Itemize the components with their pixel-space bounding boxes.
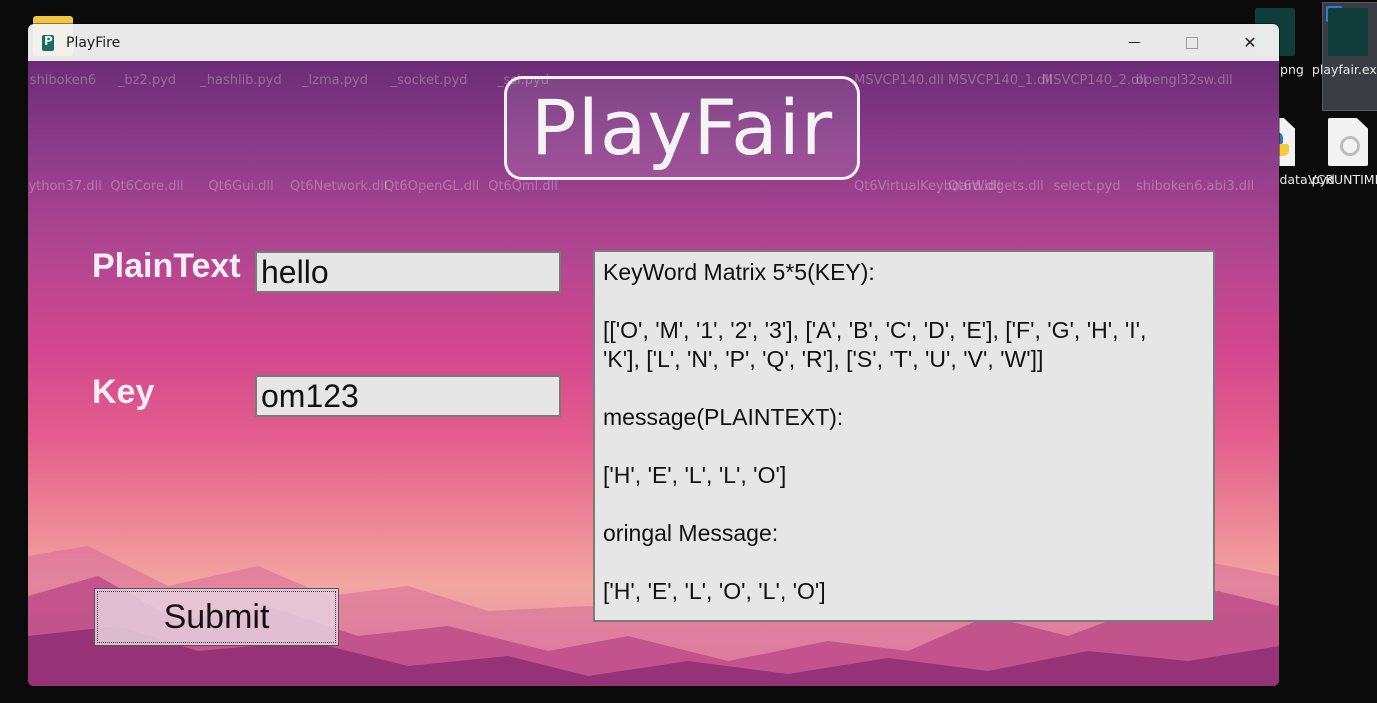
playfair-logo: PlayFair (504, 76, 860, 180)
message-heading: message(PLAINTEXT): (603, 404, 844, 430)
plaintext-label: PlainText (92, 247, 241, 285)
desktop-icon-label: VCRUNTIME140.dll (1308, 172, 1377, 187)
ghost-label: Qt6Gui.dll (208, 179, 274, 194)
ghost-label: MSVCP140_1.dll (948, 73, 1053, 88)
close-button[interactable]: ✕ (1221, 24, 1279, 61)
ghost-label: MSVCP140_2.dll (1042, 73, 1147, 88)
ghost-label: _lzma.pyd (302, 73, 368, 88)
key-label: Key (92, 373, 155, 411)
ghost-label: select.pyd (1053, 179, 1121, 194)
ghost-label: Qt6OpenGL.dll (384, 179, 480, 194)
ghost-label: Qt6Qml.dll (488, 179, 558, 194)
ghost-label: _socket.pyd (390, 73, 468, 88)
maximize-button[interactable] (1163, 24, 1221, 61)
ghost-label: MSVCP140.dll (854, 73, 944, 88)
playfire-window: PlayFire ✕ shiboken6 _bz2.pyd _hashlib.p… (28, 24, 1279, 686)
message-value: ['H', 'E', 'L', 'L', 'O'] (603, 462, 787, 488)
minimize-icon (1128, 42, 1140, 43)
window-title: PlayFire (66, 34, 121, 51)
ghost-label: _hashlib.pyd (200, 73, 282, 88)
ghost-label: Qt6Network.dll (290, 179, 388, 194)
ghost-label: _bz2.pyd (117, 73, 177, 88)
dll-icon (1328, 118, 1368, 166)
app-icon (40, 34, 56, 52)
desktop-icon-playfair-exe[interactable]: playfair.exe (1308, 8, 1377, 80)
matrix-heading: KeyWord Matrix 5*5(KEY): (603, 259, 875, 285)
ghost-label: shiboken6.abi3.dll (1136, 179, 1255, 194)
title-bar[interactable]: PlayFire ✕ (28, 24, 1279, 61)
ghost-label: Qt6Widgets.dll (948, 179, 1044, 194)
exe-icon (1328, 8, 1368, 56)
original-value: ['H', 'E', 'L', 'O', 'L', 'O'] (603, 578, 826, 604)
app-client-area: shiboken6 _bz2.pyd _hashlib.pyd _lzma.py… (28, 61, 1279, 686)
ghost-label: opengl32sw.dll (1136, 73, 1233, 88)
plaintext-input[interactable] (255, 251, 561, 293)
ghost-label: python37.dll (28, 179, 102, 194)
desktop-icon-vcruntime[interactable]: VCRUNTIME140.dll (1308, 118, 1377, 190)
matrix-line: [['O', 'M', '1', '2', '3'], ['A', 'B', '… (603, 317, 1147, 343)
output-textbox[interactable]: KeyWord Matrix 5*5(KEY): [['O', 'M', '1'… (593, 250, 1215, 622)
logo-text: PlayFair (530, 83, 834, 172)
ghost-label: shiboken6 (29, 73, 97, 88)
original-heading: oringal Message: (603, 520, 779, 546)
close-icon: ✕ (1243, 33, 1257, 52)
matrix-line: 'K'], ['L', 'N', 'P', 'Q', 'R'], ['S', '… (603, 346, 1044, 372)
minimize-button[interactable] (1105, 24, 1163, 61)
maximize-icon (1186, 36, 1198, 49)
key-input[interactable] (255, 375, 561, 417)
desktop-icon-label: playfair.exe (1311, 62, 1377, 77)
ghost-label: Qt6VirtualKeyboard.dll (854, 179, 1001, 194)
submit-button[interactable]: Submit (94, 588, 339, 646)
ghost-label: Qt6Core.dll (110, 179, 184, 194)
